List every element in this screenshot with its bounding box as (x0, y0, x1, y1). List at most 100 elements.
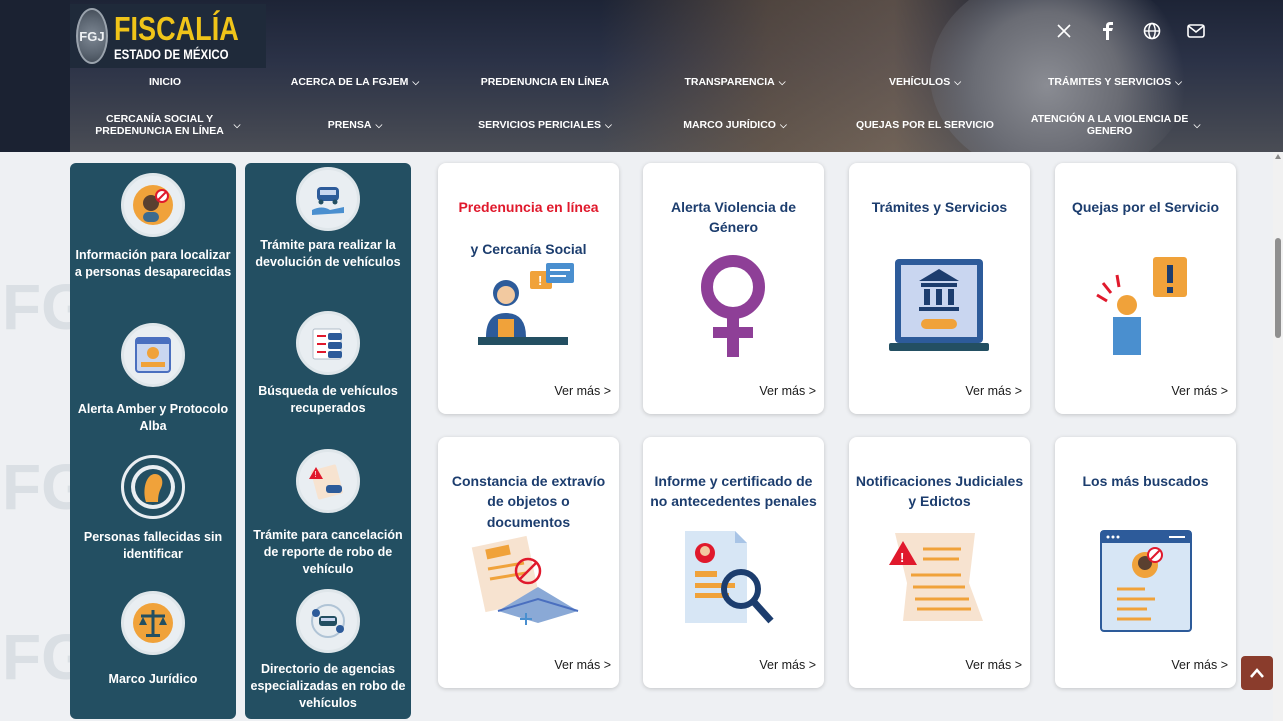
ver-mas-link[interactable]: Ver más > (759, 658, 816, 672)
female-symbol-icon (643, 253, 824, 368)
nav-violencia-genero[interactable]: ATENCIÓN A LA VIOLENCIA DE GENERO ⌵ (1020, 108, 1210, 142)
lost-documents-icon (438, 527, 619, 642)
vehicle-return-icon (296, 167, 360, 231)
chevron-down-icon: ⌵ (412, 76, 420, 87)
nav-acerca[interactable]: ACERCA DE LA FGJEM ⌵ (260, 70, 450, 94)
chevron-down-icon: ⌵ (778, 76, 786, 87)
nav-quejas[interactable]: QUEJAS POR EL SERVICIO (830, 108, 1020, 142)
site-header: FGJ FISCALÍA ESTADO DE MÉXICO INICIO ACE… (0, 0, 1283, 152)
ver-mas-link[interactable]: Ver más > (554, 384, 611, 398)
card-title: Alerta Violencia de Género (670, 199, 796, 236)
ver-mas-link[interactable]: Ver más > (965, 658, 1022, 672)
x-icon[interactable] (1055, 22, 1073, 40)
panel-item-label: Trámite para cancelación de reporte de r… (253, 528, 403, 576)
laptop-bank-icon (849, 251, 1030, 366)
svg-text:!: ! (315, 470, 317, 479)
card-mas-buscados[interactable]: Los más buscados Ver más > (1055, 437, 1236, 688)
mail-icon[interactable] (1187, 22, 1205, 40)
facebook-icon[interactable] (1099, 22, 1117, 40)
ver-mas-link[interactable]: Ver más > (965, 384, 1022, 398)
card-title: Informe y certificado de no antecedentes… (650, 473, 817, 510)
left-panel-vehiculos: Trámite para realizar la devolución de v… (245, 163, 411, 719)
panel-item-busqueda[interactable]: Búsqueda de vehículos recuperados (245, 311, 411, 417)
nav-cercania[interactable]: CERCANÍA SOCIAL Y PREDENUNCIA EN LÍNEA ⌵ (70, 108, 260, 142)
scroll-thumb[interactable] (1275, 238, 1281, 338)
scroll-to-top-button[interactable] (1241, 656, 1273, 690)
panel-item-label: Alerta Amber y Protocolo Alba (77, 402, 229, 433)
panel-item-label: Búsqueda de vehículos recuperados (258, 384, 398, 415)
logo-seal-text: FGJ (79, 28, 105, 44)
notification-document-icon: ! (849, 529, 1030, 644)
card-title: Trámites y Servicios (871, 199, 1008, 215)
complaint-alert-icon (1055, 253, 1236, 368)
svg-text:!: ! (538, 273, 542, 288)
logo-title: FISCALÍA (113, 9, 239, 47)
panel-item-label: Trámite para realizar la devolución de v… (255, 238, 401, 269)
chevron-up-icon (1250, 668, 1264, 678)
nav-prensa[interactable]: PRENSA ⌵ (260, 108, 450, 142)
card-title: Los más buscados (1082, 473, 1209, 489)
nav-transparencia[interactable]: TRANSPARENCIA ⌵ (640, 70, 830, 94)
card-alerta-violencia[interactable]: Alerta Violencia de Género Ver más > (643, 163, 824, 414)
card-notificaciones[interactable]: Notificaciones Judiciales y Edictos ! Ve… (849, 437, 1030, 688)
panel-item-fallecidas[interactable]: Personas fallecidas sin identificar (70, 455, 236, 563)
chevron-down-icon: ⌵ (779, 119, 787, 130)
missing-person-icon (121, 173, 185, 237)
chevron-down-icon: ⌵ (375, 119, 383, 130)
panel-item-marco-juridico[interactable]: Marco Jurídico (70, 591, 236, 688)
online-complaint-icon: ! (438, 261, 619, 356)
header-left-band (0, 0, 70, 152)
main-nav-row-1: INICIO ACERCA DE LA FGJEM ⌵ PREDENUNCIA E… (70, 70, 1210, 94)
nav-tramites[interactable]: TRÁMITES Y SERVICIOS ⌵ (1020, 70, 1210, 94)
unidentified-person-icon (121, 455, 185, 519)
theft-report-icon: ! (296, 449, 360, 513)
panel-item-directorio[interactable]: Directorio de agencias especializadas en… (245, 589, 411, 712)
card-quejas[interactable]: Quejas por el Servicio Ver más > (1055, 163, 1236, 414)
ver-mas-link[interactable]: Ver más > (1171, 658, 1228, 672)
social-links (1055, 22, 1205, 40)
card-no-antecedentes[interactable]: Informe y certificado de no antecedentes… (643, 437, 824, 688)
card-title: Constancia de extravío de objetos o docu… (451, 473, 606, 530)
chevron-down-icon: ⌵ (605, 119, 612, 130)
nav-periciales[interactable]: SERVICIOS PERICIALES ⌵ (450, 108, 640, 142)
ver-mas-link[interactable]: Ver más > (554, 658, 611, 672)
ver-mas-link[interactable]: Ver más > (1171, 384, 1228, 398)
card-predenuncia[interactable]: Predenuncia en línea y Cercanía Social !… (438, 163, 619, 414)
scales-icon (121, 591, 185, 655)
nav-predenuncia[interactable]: PREDENUNCIA EN LÍNEA (450, 70, 640, 94)
certificate-search-icon (643, 527, 824, 642)
scroll-up-arrow-icon[interactable] (1275, 154, 1281, 159)
panel-item-label: Directorio de agencias especializadas en… (250, 662, 406, 710)
chevron-down-icon: ⌵ (954, 76, 962, 87)
logo-seal: FGJ (76, 8, 108, 64)
panel-item-label: Personas fallecidas sin identificar (83, 530, 223, 561)
agency-directory-icon (296, 589, 360, 653)
globe-icon[interactable] (1143, 22, 1161, 40)
card-constancia-extravio[interactable]: Constancia de extravío de objetos o docu… (438, 437, 619, 688)
panel-item-devolucion[interactable]: Trámite para realizar la devolución de v… (245, 167, 411, 271)
card-subtitle: y Cercanía Social (470, 241, 587, 257)
nav-vehiculos[interactable]: VEHÍCULOS ⌵ (830, 70, 1020, 94)
svg-text:!: ! (900, 550, 904, 565)
nav-inicio[interactable]: INICIO (70, 70, 260, 94)
chevron-down-icon: ⌵ (1193, 119, 1201, 130)
card-title: Predenuncia en línea (458, 199, 599, 215)
nav-marco-juridico[interactable]: MARCO JURÍDICO ⌵ (640, 108, 830, 142)
vehicle-search-icon (296, 311, 360, 375)
chevron-down-icon: ⌵ (233, 119, 241, 130)
card-title: Quejas por el Servicio (1071, 199, 1220, 215)
most-wanted-icon (1055, 529, 1236, 644)
page-scrollbar[interactable] (1273, 152, 1283, 721)
panel-item-label: Marco Jurídico (108, 672, 198, 686)
left-panel-personas: Información para localizar a personas de… (70, 163, 236, 719)
site-logo[interactable]: FGJ FISCALÍA ESTADO DE MÉXICO (70, 4, 266, 68)
card-tramites[interactable]: Trámites y Servicios Ver más > (849, 163, 1030, 414)
panel-item-amber[interactable]: Alerta Amber y Protocolo Alba (70, 323, 236, 435)
logo-subtitle: ESTADO DE MÉXICO (113, 45, 229, 62)
amber-alert-icon (121, 323, 185, 387)
panel-item-desaparecidas[interactable]: Información para localizar a personas de… (70, 173, 236, 281)
panel-item-label: Información para localizar a personas de… (74, 248, 232, 279)
chevron-down-icon: ⌵ (1175, 76, 1182, 87)
panel-item-cancelacion[interactable]: ! Trámite para cancelación de reporte de… (245, 449, 411, 578)
ver-mas-link[interactable]: Ver más > (759, 384, 816, 398)
